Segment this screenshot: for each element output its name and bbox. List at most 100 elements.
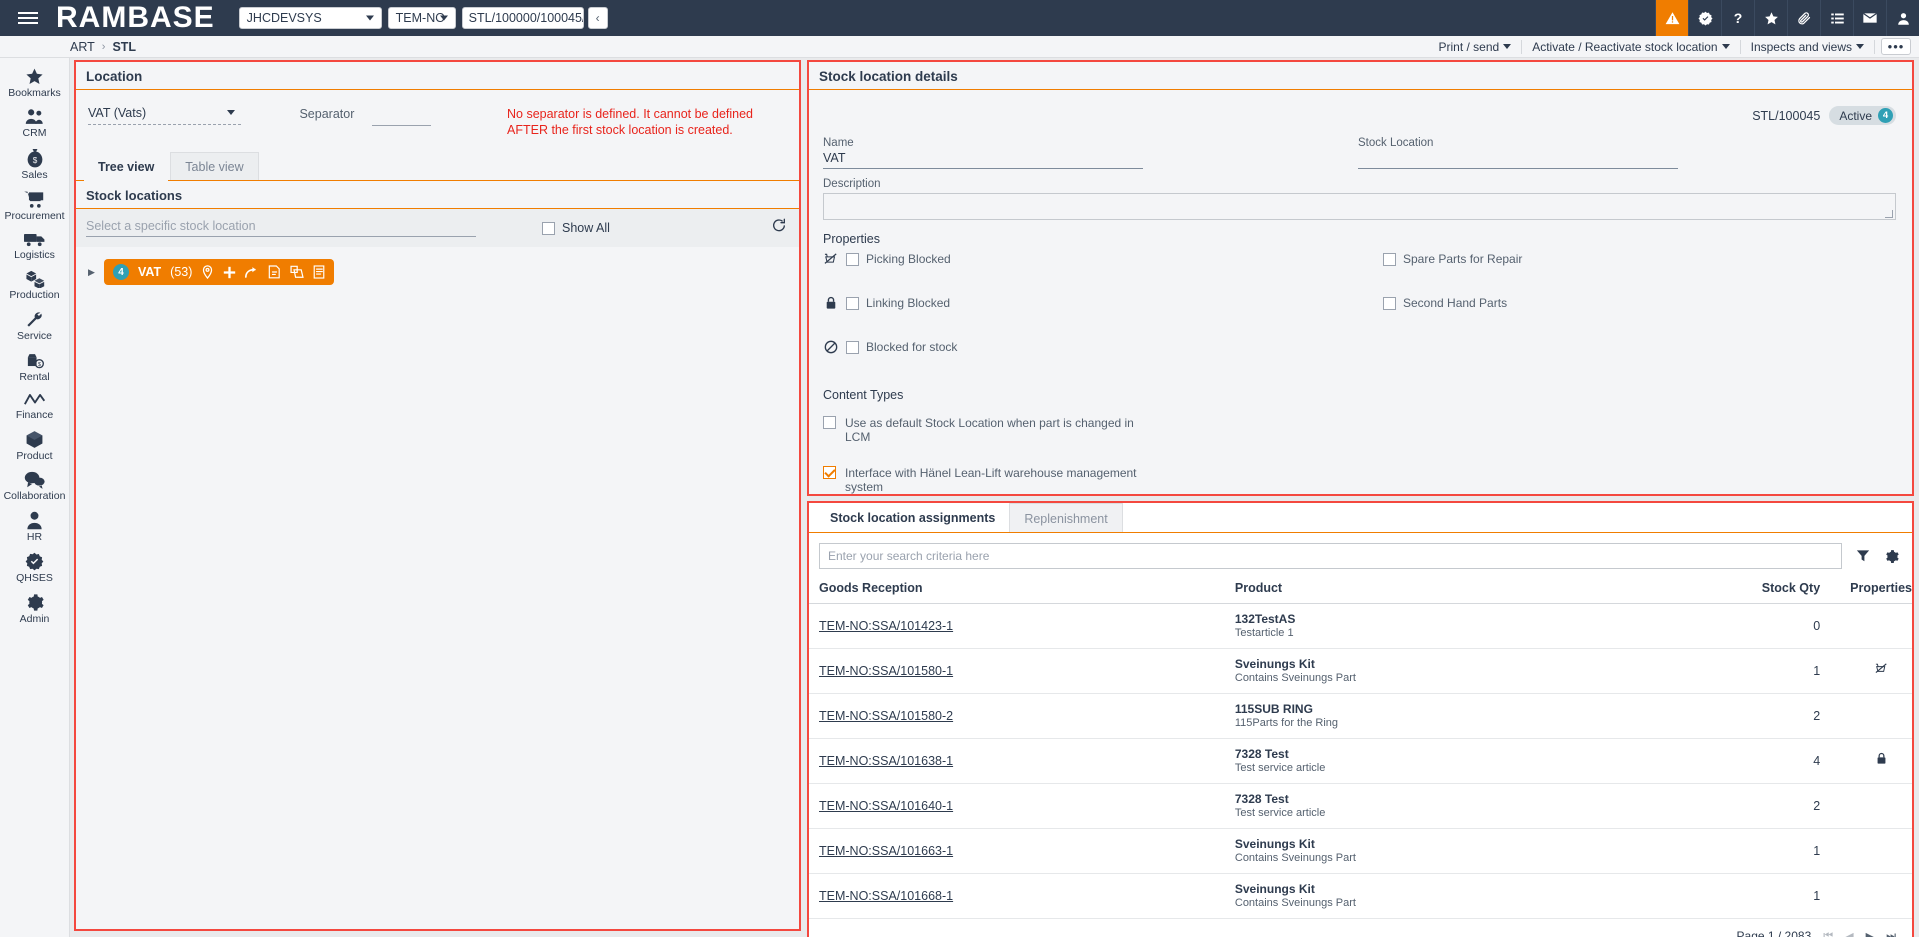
spare-parts-checkbox[interactable]: [1383, 253, 1396, 266]
help-icon[interactable]: ?: [1721, 0, 1754, 36]
property-blocked-for-stock[interactable]: Blocked for stock: [823, 340, 1383, 354]
properties-grid: Picking Blocked Spare Parts for Repair: [809, 246, 1912, 384]
more-options-button[interactable]: •••: [1881, 38, 1911, 55]
sidebar-item-logistics[interactable]: Logistics: [0, 226, 69, 265]
stock-location-search-input[interactable]: Select a specific stock location: [86, 219, 476, 237]
stock-location-tree: ▶ 4 VAT (53): [76, 247, 799, 807]
sidebar-item-production[interactable]: Production: [0, 265, 69, 305]
goods-reception-link[interactable]: TEM-NO:SSA/101580-1: [819, 664, 953, 678]
name-input[interactable]: VAT: [823, 151, 1143, 169]
menu-hamburger-icon[interactable]: [0, 9, 56, 27]
document-id-input[interactable]: STL/100000/100045/100: [462, 7, 584, 29]
status-badge[interactable]: Active 4: [1829, 106, 1896, 125]
product-description: Contains Sveinungs Part: [1235, 851, 1749, 865]
goods-reception-link[interactable]: TEM-NO:SSA/101668-1: [819, 889, 953, 903]
last-page-button[interactable]: ⏭: [1886, 930, 1896, 937]
copy-icon[interactable]: [290, 265, 304, 279]
sidebar-item-product[interactable]: Product: [0, 425, 69, 466]
tree-expand-toggle-icon[interactable]: ▶: [88, 267, 98, 278]
table-row[interactable]: TEM-NO:SSA/101668-1 Sveinungs Kit Contai…: [809, 874, 1912, 919]
stock-qty-value: 1: [1749, 874, 1851, 919]
tab-stock-location-assignments[interactable]: Stock location assignments: [816, 503, 1009, 532]
separator-input[interactable]: [372, 108, 431, 126]
sidebar-item-admin[interactable]: Admin: [0, 588, 69, 629]
tree-node-vat[interactable]: 4 VAT (53): [104, 259, 334, 285]
goods-reception-link[interactable]: TEM-NO:SSA/101663-1: [819, 844, 953, 858]
property-picking-blocked[interactable]: Picking Blocked: [823, 252, 1383, 266]
inspects-and-views-menu[interactable]: Inspects and views: [1741, 40, 1875, 54]
attachment-icon[interactable]: [1787, 0, 1820, 36]
default-stock-location-checkbox[interactable]: [823, 416, 836, 429]
stock-location-input[interactable]: [1358, 151, 1678, 169]
table-row[interactable]: TEM-NO:SSA/101638-1 7328 Test Test servi…: [809, 739, 1912, 784]
sidebar-item-rental[interactable]: $ Rental: [0, 346, 69, 387]
table-row[interactable]: TEM-NO:SSA/101663-1 Sveinungs Kit Contai…: [809, 829, 1912, 874]
table-row[interactable]: TEM-NO:SSA/101580-1 Sveinungs Kit Contai…: [809, 649, 1912, 694]
location-pin-icon[interactable]: [201, 265, 214, 279]
location-select[interactable]: TEM-NO: [388, 7, 456, 29]
breadcrumb-root[interactable]: ART: [70, 40, 95, 54]
show-all-checkbox[interactable]: [542, 222, 555, 235]
table-row[interactable]: TEM-NO:SSA/101640-1 7328 Test Test servi…: [809, 784, 1912, 829]
next-page-button[interactable]: ▶: [1866, 930, 1874, 937]
sidebar-item-finance[interactable]: Finance: [0, 387, 69, 425]
property-linking-blocked[interactable]: Linking Blocked: [823, 296, 1383, 310]
back-button[interactable]: ‹: [588, 7, 608, 29]
activate-stock-location-menu[interactable]: Activate / Reactivate stock location: [1522, 40, 1740, 54]
description-textarea[interactable]: [823, 193, 1896, 220]
location-type-select[interactable]: VAT (Vats): [88, 106, 241, 125]
blocked-icon: [823, 340, 839, 354]
sidebar-label: Bookmarks: [8, 88, 61, 99]
prev-page-button[interactable]: ◀: [1845, 930, 1853, 937]
company-select[interactable]: JHCDEVSYS: [239, 7, 382, 29]
sidebar-item-sales[interactable]: $ Sales: [0, 143, 69, 185]
picking-blocked-checkbox[interactable]: [846, 253, 859, 266]
show-all-group[interactable]: Show All: [542, 221, 610, 235]
linking-blocked-label: Linking Blocked: [866, 296, 950, 310]
content-type-default-location[interactable]: Use as default Stock Location when part …: [809, 402, 1912, 444]
content-type-hanel-interface[interactable]: Interface with Hänel Lean-Lift warehouse…: [809, 444, 1912, 494]
table-row[interactable]: TEM-NO:SSA/101580-2 115SUB RING 115Parts…: [809, 694, 1912, 739]
list-icon[interactable]: [1820, 0, 1853, 36]
gear-icon[interactable]: [1884, 549, 1899, 564]
sidebar-item-qhses[interactable]: QHSES: [0, 547, 69, 588]
print-send-menu[interactable]: Print / send: [1428, 40, 1522, 54]
details-fields-row: Name VAT Stock Location: [809, 129, 1912, 169]
row-properties: [1850, 649, 1912, 694]
sidebar-item-crm[interactable]: CRM: [0, 103, 69, 143]
stock-location-search-row: Select a specific stock location Show Al…: [76, 209, 799, 247]
plus-icon[interactable]: [223, 266, 236, 279]
refresh-icon[interactable]: [771, 218, 787, 238]
sidebar-item-hr[interactable]: HR: [0, 506, 69, 547]
goods-reception-link[interactable]: TEM-NO:SSA/101638-1: [819, 754, 953, 768]
property-spare-parts[interactable]: Spare Parts for Repair: [1383, 252, 1522, 266]
linking-blocked-checkbox[interactable]: [846, 297, 859, 310]
filter-icon[interactable]: [1856, 549, 1870, 563]
sidebar-item-procurement[interactable]: Procurement: [0, 185, 69, 226]
table-row[interactable]: TEM-NO:SSA/101423-1 132TestAS Testarticl…: [809, 604, 1912, 649]
goods-reception-link[interactable]: TEM-NO:SSA/101423-1: [819, 619, 953, 633]
goods-reception-link[interactable]: TEM-NO:SSA/101640-1: [819, 799, 953, 813]
arrow-forward-icon[interactable]: [245, 266, 259, 279]
sidebar-item-service[interactable]: Service: [0, 305, 69, 346]
blocked-for-stock-checkbox[interactable]: [846, 341, 859, 354]
alert-icon[interactable]: [1655, 0, 1688, 36]
edit-document-icon[interactable]: [268, 265, 281, 279]
second-hand-parts-label: Second Hand Parts: [1403, 296, 1507, 310]
document-icon[interactable]: [313, 265, 325, 279]
tab-table-view[interactable]: Table view: [170, 152, 258, 180]
mail-icon[interactable]: [1853, 0, 1886, 36]
hanel-interface-checkbox[interactable]: [823, 466, 836, 479]
favorites-star-icon[interactable]: [1754, 0, 1787, 36]
sidebar-item-collaboration[interactable]: Collaboration: [0, 466, 69, 506]
assignments-search-input[interactable]: Enter your search criteria here: [819, 543, 1842, 569]
tab-replenishment[interactable]: Replenishment: [1009, 503, 1122, 532]
user-avatar-icon[interactable]: [1886, 0, 1919, 36]
qhses-check-badge-icon[interactable]: [1688, 0, 1721, 36]
property-second-hand-parts[interactable]: Second Hand Parts: [1383, 296, 1507, 310]
second-hand-parts-checkbox[interactable]: [1383, 297, 1396, 310]
tab-tree-view[interactable]: Tree view: [84, 153, 168, 181]
goods-reception-link[interactable]: TEM-NO:SSA/101580-2: [819, 709, 953, 723]
first-page-button[interactable]: ⏮: [1823, 930, 1833, 937]
sidebar-item-bookmarks[interactable]: Bookmarks: [0, 62, 69, 103]
